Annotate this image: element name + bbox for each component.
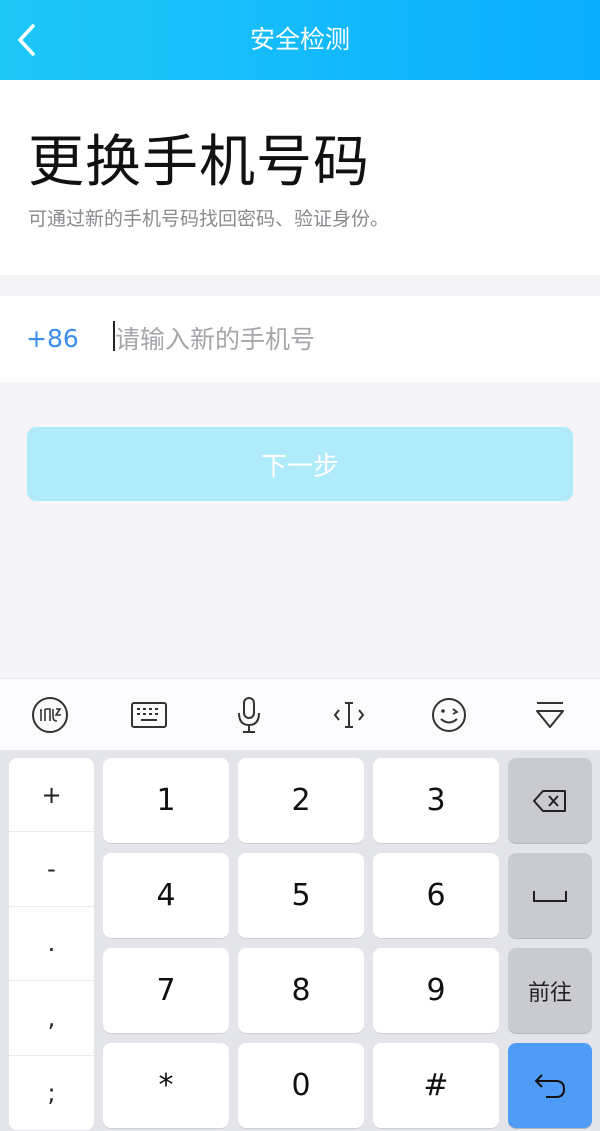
handwriting-icon (32, 697, 68, 733)
heading: 更换手机号码 (28, 130, 370, 195)
collapse-keyboard-icon (536, 702, 564, 728)
keyboard-toolbar (0, 678, 600, 750)
key-9[interactable]: 9 (373, 948, 499, 1033)
country-code-selector[interactable]: +86 (26, 296, 79, 382)
key-7[interactable]: 7 (103, 948, 229, 1033)
phone-number-input[interactable] (115, 314, 575, 364)
key-asterisk[interactable]: * (103, 1043, 229, 1128)
hero-section: 更换手机号码 可通过新的手机号码找回密码、验证身份。 (0, 80, 600, 275)
next-step-button[interactable]: 下一步 (27, 427, 573, 501)
key-5[interactable]: 5 (238, 853, 364, 938)
voice-input-button[interactable] (227, 693, 271, 737)
key-hash[interactable]: # (373, 1043, 499, 1128)
page-title: 安全检测 (249, 25, 350, 54)
space-icon (533, 890, 567, 902)
key-plus[interactable]: + (9, 758, 94, 833)
emoji-icon (432, 698, 466, 732)
phone-input-row: +86 (0, 296, 600, 382)
key-period[interactable]: . (9, 907, 94, 982)
subtitle: 可通过新的手机号码找回密码、验证身份。 (28, 208, 390, 230)
key-2[interactable]: 2 (238, 758, 364, 843)
key-4[interactable]: 4 (103, 853, 229, 938)
key-3[interactable]: 3 (373, 758, 499, 843)
key-0[interactable]: 0 (238, 1043, 364, 1128)
microphone-icon (238, 697, 260, 733)
top-bar: 安全检测 (0, 0, 600, 80)
key-minus[interactable]: - (9, 832, 94, 907)
key-6[interactable]: 6 (373, 853, 499, 938)
backspace-icon (533, 789, 566, 812)
key-semicolon[interactable]: ; (9, 1056, 94, 1130)
numeric-keyboard: + - . , ; 1 2 3 4 5 6 7 8 9 * 0 # 前往 (0, 750, 600, 1131)
key-comma[interactable]: , (9, 981, 94, 1056)
hide-keyboard-button[interactable] (528, 693, 572, 737)
backspace-key[interactable] (508, 758, 592, 843)
cursor-move-button[interactable] (327, 693, 371, 737)
go-key[interactable]: 前往 (508, 948, 592, 1033)
keyboard-switch-button[interactable] (127, 693, 171, 737)
enter-key[interactable] (508, 1043, 592, 1128)
cursor-icon (333, 702, 365, 728)
space-key[interactable] (508, 853, 592, 938)
emoji-button[interactable] (427, 693, 471, 737)
symbol-column: + - . , ; (9, 758, 94, 1130)
return-icon (535, 1073, 566, 1098)
handwriting-button[interactable] (28, 693, 72, 737)
key-1[interactable]: 1 (103, 758, 229, 843)
keyboard-icon (131, 702, 167, 728)
key-8[interactable]: 8 (238, 948, 364, 1033)
